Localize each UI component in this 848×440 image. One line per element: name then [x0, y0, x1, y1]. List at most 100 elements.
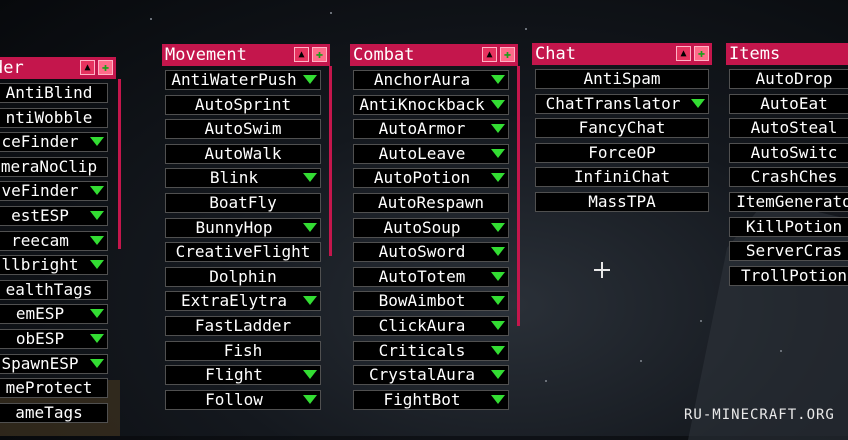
- minimize-button[interactable]: ▲: [482, 47, 497, 62]
- module-blink[interactable]: Blink: [165, 168, 321, 189]
- expand-arrow-icon[interactable]: [303, 75, 317, 84]
- module-bunnyhop[interactable]: BunnyHop: [165, 217, 321, 238]
- module-meranoclip[interactable]: meraNoClip: [0, 156, 108, 177]
- module-anchoraura[interactable]: AnchorAura: [353, 70, 509, 90]
- module-follow[interactable]: Follow: [165, 389, 321, 410]
- scrollbar[interactable]: [517, 66, 520, 326]
- module-clickaura[interactable]: ClickAura: [353, 315, 509, 336]
- module-itemgenerato[interactable]: ItemGenerato: [729, 191, 848, 212]
- expand-arrow-icon[interactable]: [90, 260, 104, 270]
- expand-arrow-icon[interactable]: [491, 99, 505, 109]
- module-trollpotion[interactable]: TrollPotion: [729, 265, 848, 286]
- scrollbar[interactable]: [118, 79, 121, 249]
- expand-arrow-icon[interactable]: [90, 235, 104, 245]
- module-antiblind[interactable]: AntiBlind: [0, 83, 108, 103]
- expand-arrow-icon[interactable]: [491, 320, 505, 330]
- module-autosteal[interactable]: AutoSteal: [729, 118, 848, 139]
- module-boatfly[interactable]: BoatFly: [165, 192, 321, 213]
- expand-arrow-icon[interactable]: [303, 370, 317, 380]
- expand-arrow-icon[interactable]: [491, 222, 505, 232]
- expand-arrow-icon[interactable]: [303, 222, 317, 232]
- module-autosprint[interactable]: AutoSprint: [165, 94, 321, 115]
- module-antiknockback[interactable]: AntiKnockback: [353, 94, 509, 115]
- module-meprotect[interactable]: meProtect: [0, 378, 108, 399]
- module-infinichat[interactable]: InfiniChat: [535, 167, 709, 188]
- minimize-button[interactable]: ▲: [676, 46, 691, 61]
- expand-arrow-icon[interactable]: [90, 137, 104, 147]
- module-chattranslator[interactable]: ChatTranslator: [535, 93, 709, 114]
- expand-arrow-icon[interactable]: [303, 173, 317, 183]
- module-autowalk[interactable]: AutoWalk: [165, 143, 321, 164]
- module-fancychat[interactable]: FancyChat: [535, 118, 709, 139]
- module-servercras[interactable]: ServerCras: [729, 241, 848, 262]
- minimize-button[interactable]: ▲: [294, 47, 309, 62]
- module-autodrop[interactable]: AutoDrop: [729, 69, 848, 89]
- module-llbright[interactable]: llbright: [0, 255, 108, 276]
- expand-arrow-icon[interactable]: [90, 186, 104, 196]
- movement-window-header[interactable]: Movement ▲ ✚: [162, 44, 330, 66]
- module-autoswitc[interactable]: AutoSwitc: [729, 142, 848, 163]
- module-autopotion[interactable]: AutoPotion: [353, 168, 509, 189]
- expand-arrow-icon[interactable]: [90, 358, 104, 368]
- module-reecam[interactable]: reecam: [0, 230, 108, 251]
- module-crashches[interactable]: CrashChes: [729, 167, 848, 188]
- expand-arrow-icon[interactable]: [491, 394, 505, 404]
- expand-arrow-icon[interactable]: [90, 210, 104, 220]
- pin-button[interactable]: ✚: [500, 47, 515, 62]
- module-ametags[interactable]: ameTags: [0, 402, 108, 423]
- module-autoswim[interactable]: AutoSwim: [165, 119, 321, 140]
- module-antispam[interactable]: AntiSpam: [535, 69, 709, 89]
- module-autosword[interactable]: AutoSword: [353, 242, 509, 263]
- module-extraelytra[interactable]: ExtraElytra: [165, 291, 321, 312]
- pin-button[interactable]: ✚: [98, 60, 113, 75]
- module-killpotion[interactable]: KillPotion: [729, 216, 848, 237]
- module-fish[interactable]: Fish: [165, 340, 321, 361]
- scrollbar[interactable]: [329, 66, 332, 256]
- module-dolphin[interactable]: Dolphin: [165, 266, 321, 287]
- pin-button[interactable]: ✚: [694, 46, 709, 61]
- module-fightbot[interactable]: FightBot: [353, 389, 509, 410]
- module-autototem[interactable]: AutoTotem: [353, 266, 509, 287]
- expand-arrow-icon[interactable]: [491, 296, 505, 306]
- minimize-button[interactable]: ▲: [80, 60, 95, 75]
- module-autorespawn[interactable]: AutoRespawn: [353, 192, 509, 213]
- expand-arrow-icon[interactable]: [491, 247, 505, 257]
- render-window-header[interactable]: der ▲ ✚: [0, 57, 116, 79]
- module-fastladder[interactable]: FastLadder: [165, 315, 321, 336]
- expand-arrow-icon[interactable]: [303, 296, 317, 306]
- module-antiwaterpush[interactable]: AntiWaterPush: [165, 70, 321, 90]
- module-autoarmor[interactable]: AutoArmor: [353, 119, 509, 140]
- items-window-header[interactable]: Items: [726, 43, 848, 65]
- module-crystalaura[interactable]: CrystalAura: [353, 365, 509, 386]
- module-autoleave[interactable]: AutoLeave: [353, 143, 509, 164]
- module-bowaimbot[interactable]: BowAimbot: [353, 291, 509, 312]
- module-ealthtags[interactable]: ealthTags: [0, 279, 108, 300]
- module-spawnesp[interactable]: SpawnESP: [0, 353, 108, 374]
- module-vefinder[interactable]: veFinder: [0, 181, 108, 202]
- module-creativeflight[interactable]: CreativeFlight: [165, 242, 321, 263]
- module-ntiwobble[interactable]: ntiWobble: [0, 107, 108, 128]
- chat-window-header[interactable]: Chat ▲ ✚: [532, 43, 712, 65]
- expand-arrow-icon[interactable]: [90, 309, 104, 319]
- module-masstpa[interactable]: MassTPA: [535, 191, 709, 212]
- combat-window-header[interactable]: Combat ▲ ✚: [350, 44, 518, 66]
- module-criticals[interactable]: Criticals: [353, 340, 509, 361]
- pin-button[interactable]: ✚: [312, 47, 327, 62]
- expand-arrow-icon[interactable]: [491, 370, 505, 380]
- expand-arrow-icon[interactable]: [491, 75, 505, 84]
- expand-arrow-icon[interactable]: [491, 345, 505, 355]
- expand-arrow-icon[interactable]: [491, 173, 505, 183]
- module-autosoup[interactable]: AutoSoup: [353, 217, 509, 238]
- module-cefinder[interactable]: ceFinder: [0, 132, 108, 153]
- expand-arrow-icon[interactable]: [491, 124, 505, 134]
- expand-arrow-icon[interactable]: [691, 98, 705, 108]
- module-autoeat[interactable]: AutoEat: [729, 93, 848, 114]
- module-emesp[interactable]: emESP: [0, 304, 108, 325]
- module-estesp[interactable]: estESP: [0, 205, 108, 226]
- module-obesp[interactable]: obESP: [0, 328, 108, 349]
- expand-arrow-icon[interactable]: [303, 394, 317, 404]
- module-forceop[interactable]: ForceOP: [535, 142, 709, 163]
- expand-arrow-icon[interactable]: [90, 333, 104, 343]
- expand-arrow-icon[interactable]: [491, 271, 505, 281]
- expand-arrow-icon[interactable]: [491, 148, 505, 158]
